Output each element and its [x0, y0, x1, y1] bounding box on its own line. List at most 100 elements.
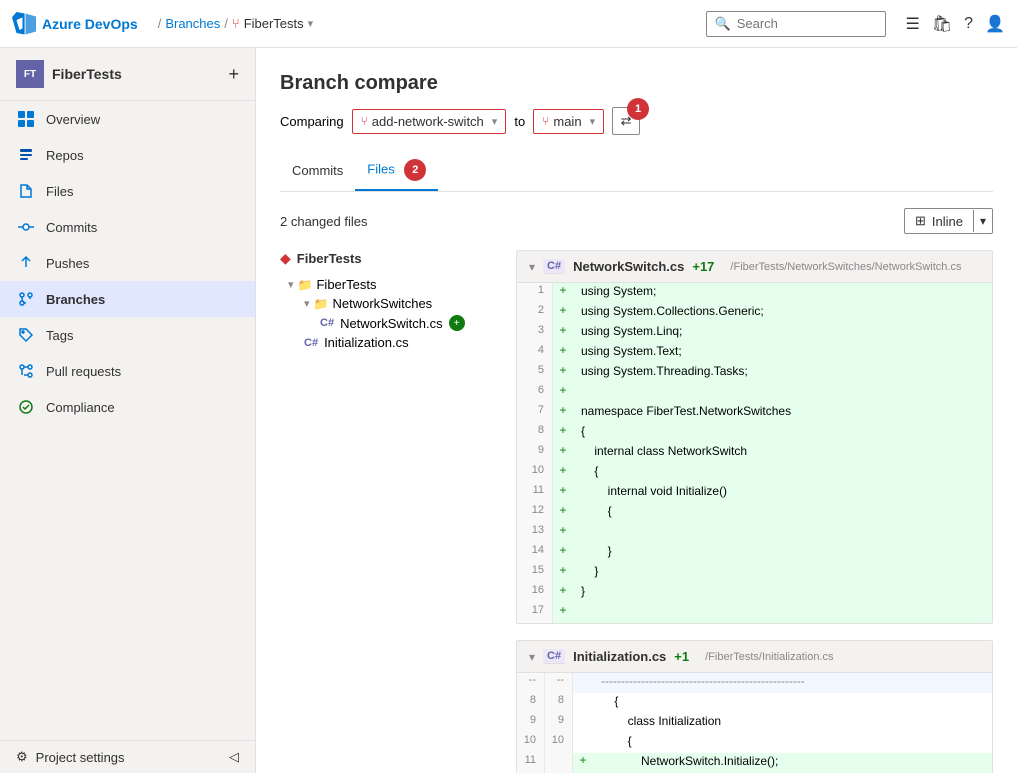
- file-tree-root: ▾ 📁 FiberTests ▾ 📁 NetworkSwitches C#: [280, 275, 500, 352]
- branch-icon: ⑂: [232, 16, 240, 31]
- collapse-icon[interactable]: ▾: [529, 260, 535, 274]
- cs-label: C#: [543, 649, 565, 664]
- inline-btn-main[interactable]: ⊞ Inline: [905, 209, 973, 233]
- changed-files-count: 2 changed files: [280, 214, 367, 229]
- tab-commits-label: Commits: [292, 163, 343, 178]
- file-tree-header: ◆ FiberTests: [280, 250, 500, 267]
- app-logo[interactable]: Azure DevOps: [12, 12, 138, 36]
- branch-to-selector[interactable]: ⑂ main ▾: [533, 109, 604, 134]
- chevron-down-icon: ▾: [308, 17, 314, 30]
- file-name: Initialization.cs: [573, 649, 666, 664]
- sidebar-item-tags[interactable]: Tags: [0, 317, 255, 353]
- overview-icon: [16, 109, 36, 129]
- help-icon[interactable]: ?: [964, 15, 973, 33]
- user-icon[interactable]: 👤: [985, 14, 1005, 34]
- chevron-down-icon: ▾: [980, 214, 986, 228]
- search-icon: 🔍: [715, 16, 731, 32]
- search-box[interactable]: 🔍: [706, 11, 886, 37]
- inline-btn-dropdown[interactable]: ▾: [973, 210, 992, 232]
- diff-panels: ▾ C# NetworkSwitch.cs +17 /FiberTests/Ne…: [516, 250, 993, 773]
- topbar: Azure DevOps / Branches / ⑂ FiberTests ▾…: [0, 0, 1017, 48]
- diff-code-initialization: ----------------------------------------…: [517, 673, 992, 773]
- diff-file-networkswitch: ▾ C# NetworkSwitch.cs +17 /FiberTests/Ne…: [516, 250, 993, 624]
- diff-file-initialization-header: ▾ C# Initialization.cs +1 /FiberTests/In…: [517, 641, 992, 673]
- search-input[interactable]: [737, 16, 877, 31]
- file-initialization-cs[interactable]: C# Initialization.cs: [304, 333, 500, 352]
- sidebar-item-overview[interactable]: Overview: [0, 101, 255, 137]
- branch-from-label: add-network-switch: [372, 114, 484, 129]
- swap-branches-button[interactable]: ⇄ 1: [612, 107, 640, 135]
- project-name: FiberTests: [52, 66, 122, 82]
- folder-networkswitches[interactable]: ▾ 📁 NetworkSwitches: [304, 294, 500, 313]
- project-icon: ◆: [280, 250, 291, 267]
- project-settings-link[interactable]: ⚙ Project settings: [16, 749, 125, 765]
- folder-icon: 📁: [298, 278, 313, 292]
- branch-from-icon: ⑂: [361, 114, 368, 128]
- swap-badge: 1: [627, 98, 649, 120]
- folder-fibertests[interactable]: ▾ 📁 FiberTests: [288, 275, 500, 294]
- file-networkswitch-cs[interactable]: C# NetworkSwitch.cs +: [320, 313, 500, 333]
- sidebar: FT FiberTests + Overview Repos: [0, 48, 256, 773]
- branch-from-selector[interactable]: ⑂ add-network-switch ▾: [352, 109, 507, 134]
- compare-label: Comparing: [280, 114, 344, 129]
- tab-files-label: Files: [367, 161, 394, 176]
- compare-row: Comparing ⑂ add-network-switch ▾ to ⑂ ma…: [280, 107, 993, 135]
- bag-icon[interactable]: 🛍: [932, 14, 952, 34]
- file-tree: ◆ FiberTests ▾ 📁 FiberTests ▾ 📁 NetworkS…: [280, 250, 500, 773]
- file-added-count: +1: [674, 649, 689, 664]
- sidebar-project-info[interactable]: FT FiberTests: [16, 60, 122, 88]
- project-avatar: FT: [16, 60, 44, 88]
- sidebar-item-label: Commits: [46, 220, 97, 235]
- settings-icon: ⚙: [16, 749, 28, 765]
- page-title: Branch compare: [280, 72, 993, 95]
- breadcrumb-project[interactable]: ⑂ FiberTests ▾: [232, 16, 313, 31]
- file-path: /FiberTests/Initialization.cs: [705, 651, 833, 663]
- sidebar-item-label: Compliance: [46, 400, 115, 415]
- sidebar-collapse-button[interactable]: ◁: [229, 749, 239, 765]
- sidebar-item-label: Pushes: [46, 256, 89, 271]
- inline-icon: ⊞: [915, 213, 926, 229]
- sidebar-item-label: Repos: [46, 148, 84, 163]
- fibertests-contents: ▾ 📁 NetworkSwitches C# NetworkSwitch.cs …: [288, 294, 500, 352]
- sidebar-item-files[interactable]: Files: [0, 173, 255, 209]
- sidebar-item-pushes[interactable]: Pushes: [0, 245, 255, 281]
- add-badge: +: [449, 315, 465, 331]
- commits-icon: [16, 217, 36, 237]
- diff-layout: ◆ FiberTests ▾ 📁 FiberTests ▾ 📁 NetworkS…: [280, 250, 993, 773]
- main-layout: FT FiberTests + Overview Repos: [0, 48, 1017, 773]
- changed-files-header: 2 changed files ⊞ Inline ▾: [280, 208, 993, 234]
- inline-view-button[interactable]: ⊞ Inline ▾: [904, 208, 993, 234]
- pull-requests-icon: [16, 361, 36, 381]
- sidebar-item-compliance[interactable]: Compliance: [0, 389, 255, 425]
- chevron-folder-icon: ▾: [304, 297, 310, 310]
- branches-icon: [16, 289, 36, 309]
- chevron-from-icon: ▾: [492, 115, 498, 128]
- cs-icon: C#: [320, 317, 334, 329]
- menu-icon[interactable]: ☰: [906, 14, 920, 34]
- file-name: NetworkSwitch.cs: [573, 259, 684, 274]
- sidebar-item-label: Tags: [46, 328, 73, 343]
- inline-btn-label: Inline: [932, 214, 963, 229]
- sidebar-item-commits[interactable]: Commits: [0, 209, 255, 245]
- sidebar-item-label: Files: [46, 184, 73, 199]
- branch-to-icon: ⑂: [542, 114, 549, 128]
- collapse-icon[interactable]: ▾: [529, 650, 535, 664]
- cs-icon: C#: [304, 337, 318, 349]
- breadcrumb: / Branches / ⑂ FiberTests ▾: [158, 16, 313, 31]
- sidebar-add-button[interactable]: +: [228, 64, 239, 85]
- file-tree-project-name: FiberTests: [297, 251, 362, 266]
- tags-icon: [16, 325, 36, 345]
- sidebar-item-branches[interactable]: Branches: [0, 281, 255, 317]
- tab-commits[interactable]: Commits: [280, 155, 355, 188]
- sidebar-item-repos[interactable]: Repos: [0, 137, 255, 173]
- breadcrumb-branches[interactable]: Branches: [165, 16, 220, 31]
- file-path: /FiberTests/NetworkSwitches/NetworkSwitc…: [730, 261, 961, 273]
- sidebar-item-pull-requests[interactable]: Pull requests: [0, 353, 255, 389]
- branch-to-label: main: [553, 114, 581, 129]
- tabs-row: Commits Files 2: [280, 151, 993, 192]
- tab-files[interactable]: Files 2: [355, 151, 438, 191]
- diff-code-networkswitch: 1+using System;2+using System.Collection…: [517, 283, 992, 623]
- topbar-icons: ☰ 🛍 ? 👤: [906, 14, 1005, 34]
- compliance-icon: [16, 397, 36, 417]
- sidebar-item-label: Pull requests: [46, 364, 121, 379]
